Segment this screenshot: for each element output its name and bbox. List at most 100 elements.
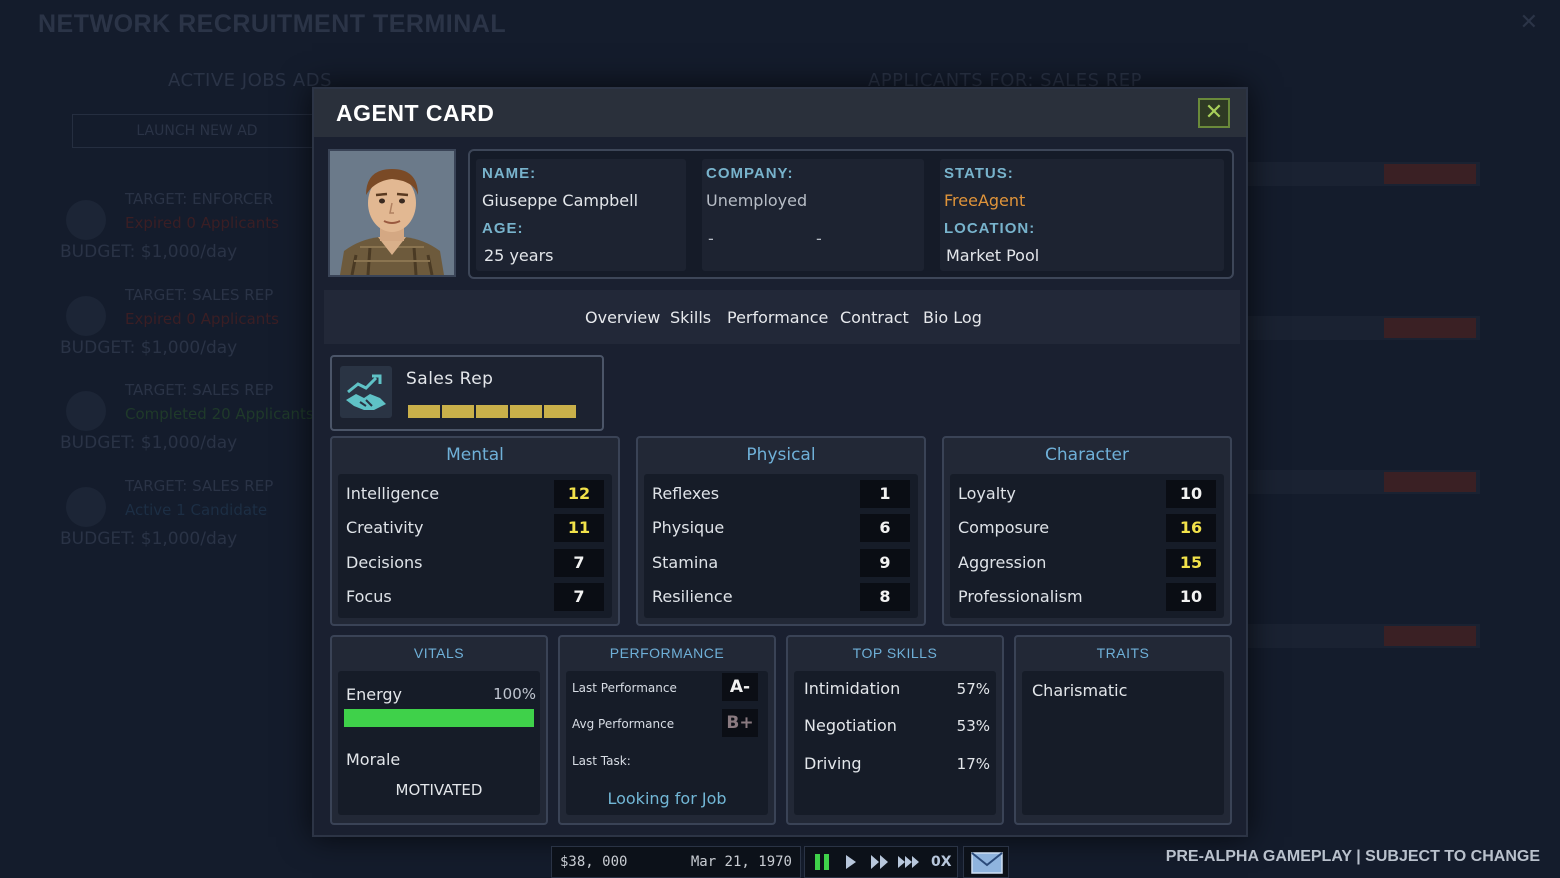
attribute-name: Stamina <box>652 553 719 572</box>
attribute-row: Creativity 11 <box>338 512 612 544</box>
attribute-value: 7 <box>554 583 604 611</box>
launch-new-ad-button[interactable]: LAUNCH NEW AD <box>72 114 322 148</box>
performance-panel: PERFORMANCE Last Performance A- Avg Perf… <box>558 635 776 825</box>
close-button[interactable]: ✕ <box>1198 98 1230 128</box>
time-controls: 0X <box>804 846 958 878</box>
attribute-row: Loyalty 10 <box>950 478 1224 510</box>
skill-name: Driving <box>804 754 862 773</box>
attribute-name: Focus <box>346 587 392 606</box>
skill-percent: 17% <box>956 755 990 773</box>
play-icon <box>846 855 856 869</box>
tab-bio-log[interactable]: Bio Log <box>923 308 982 327</box>
agent-portrait-image <box>330 151 454 275</box>
location-label: LOCATION: <box>944 220 1036 237</box>
attribute-value: 7 <box>554 549 604 577</box>
role-level-segment <box>442 405 474 418</box>
morale-value: MOTIVATED <box>395 781 483 799</box>
applicant-row[interactable] <box>1245 624 1480 648</box>
hire-tag <box>1384 626 1476 646</box>
attribute-row: Composure 16 <box>950 512 1224 544</box>
job-ad-item[interactable]: TARGET: SALES REP Expired 0 Applicants B… <box>60 286 320 376</box>
job-budget: BUDGET: $1,000/day <box>60 338 238 358</box>
status-label: STATUS: <box>944 165 1014 182</box>
mail-button[interactable] <box>963 846 1009 878</box>
company-detail-1: - <box>708 229 714 248</box>
role-level-segment <box>544 405 576 418</box>
tab-performance[interactable]: Performance <box>727 308 828 327</box>
applicant-row[interactable] <box>1245 162 1480 186</box>
pause-icon <box>815 854 829 870</box>
physical-title: Physical <box>746 445 816 465</box>
job-target: TARGET: SALES REP <box>125 286 274 304</box>
handshake-growth-icon <box>340 366 392 418</box>
tab-overview[interactable]: Overview <box>585 308 660 327</box>
age-label: AGE: <box>482 220 524 237</box>
attribute-name: Loyalty <box>958 484 1016 503</box>
fastest-button[interactable] <box>897 852 923 877</box>
job-ad-item[interactable]: TARGET: SALES REP Active 1 Candidate BUD… <box>60 477 320 567</box>
attribute-row: Resilience 8 <box>644 581 918 613</box>
attribute-row: Intelligence 12 <box>338 478 612 510</box>
pre-alpha-notice: PRE-ALPHA GAMEPLAY | SUBJECT TO CHANGE <box>1165 848 1540 865</box>
avg-performance-label: Avg Performance <box>572 717 675 731</box>
applicant-row[interactable] <box>1245 316 1480 340</box>
job-ad-item[interactable]: TARGET: SALES REP Completed 20 Applicant… <box>60 381 320 471</box>
attribute-value: 11 <box>554 514 604 542</box>
applicant-row[interactable] <box>1245 470 1480 494</box>
vitals-title: VITALS <box>413 645 465 661</box>
attribute-name: Reflexes <box>652 484 720 503</box>
pause-button[interactable] <box>813 852 831 877</box>
money-value: $38, 000 <box>560 854 628 870</box>
fast-forward-button[interactable] <box>869 852 891 877</box>
agent-info-panel: NAME: Giuseppe Campbell AGE: 25 years CO… <box>468 149 1234 279</box>
attribute-row: Reflexes 1 <box>644 478 918 510</box>
character-title: Character <box>1045 445 1129 465</box>
job-target-icon <box>66 200 106 240</box>
company-label: COMPANY: <box>706 165 794 182</box>
energy-bar-fill <box>344 709 534 727</box>
date-value: Mar 21, 1970 <box>690 854 792 870</box>
last-task-value: Looking for Job <box>607 789 727 808</box>
attribute-row: Physique 6 <box>644 512 918 544</box>
traits-title: TRAITS <box>1096 645 1150 661</box>
agent-tabs: Overview Skills Performance Contract Bio… <box>324 290 1240 344</box>
modal-header: AGENT CARD ✕ <box>314 89 1246 137</box>
mental-list: Intelligence 12 Creativity 11 Decisions … <box>338 474 612 618</box>
job-status: Active 1 Candidate <box>125 501 268 519</box>
attribute-value: 16 <box>1166 514 1216 542</box>
job-ad-item[interactable]: TARGET: ENFORCER Expired 0 Applicants BU… <box>60 190 320 280</box>
agent-location: Market Pool <box>946 246 1040 265</box>
skill-row: Intimidation 57% <box>804 679 990 701</box>
tab-contract[interactable]: Contract <box>840 308 909 327</box>
job-target-icon <box>66 296 106 336</box>
job-status: Expired 0 Applicants <box>125 214 279 232</box>
physical-list: Reflexes 1 Physique 6 Stamina 9 Resilien… <box>644 474 918 618</box>
agent-name: Giuseppe Campbell <box>482 191 639 210</box>
tab-skills[interactable]: Skills <box>670 308 711 327</box>
skill-name: Intimidation <box>804 679 901 698</box>
last-task-label: Last Task: <box>572 754 631 768</box>
mental-title: Mental <box>446 445 504 465</box>
job-status: Completed 20 Applicants <box>125 405 314 423</box>
attribute-name: Composure <box>958 518 1050 537</box>
performance-title: PERFORMANCE <box>609 645 725 661</box>
name-label: NAME: <box>482 165 537 182</box>
active-jobs-heading: ACTIVE JOBS ADS <box>168 70 333 91</box>
attribute-name: Professionalism <box>958 587 1083 606</box>
close-icon: ✕ <box>1204 100 1224 125</box>
play-button[interactable] <box>843 852 859 877</box>
job-budget: BUDGET: $1,000/day <box>60 242 238 262</box>
job-target-icon <box>66 391 106 431</box>
attribute-row: Decisions 7 <box>338 547 612 579</box>
envelope-icon <box>971 852 1003 874</box>
terminal-close-icon[interactable]: ✕ <box>1520 10 1538 35</box>
character-list: Loyalty 10 Composure 16 Aggression 15 Pr… <box>950 474 1224 618</box>
attribute-value: 8 <box>860 583 910 611</box>
attribute-name: Decisions <box>346 553 423 572</box>
hire-tag <box>1384 472 1476 492</box>
hire-tag <box>1384 164 1476 184</box>
skill-row: Negotiation 53% <box>804 716 990 738</box>
job-budget: BUDGET: $1,000/day <box>60 529 238 549</box>
skill-name: Negotiation <box>804 716 897 735</box>
mental-attributes-panel: Mental Intelligence 12 Creativity 11 Dec… <box>330 436 620 626</box>
